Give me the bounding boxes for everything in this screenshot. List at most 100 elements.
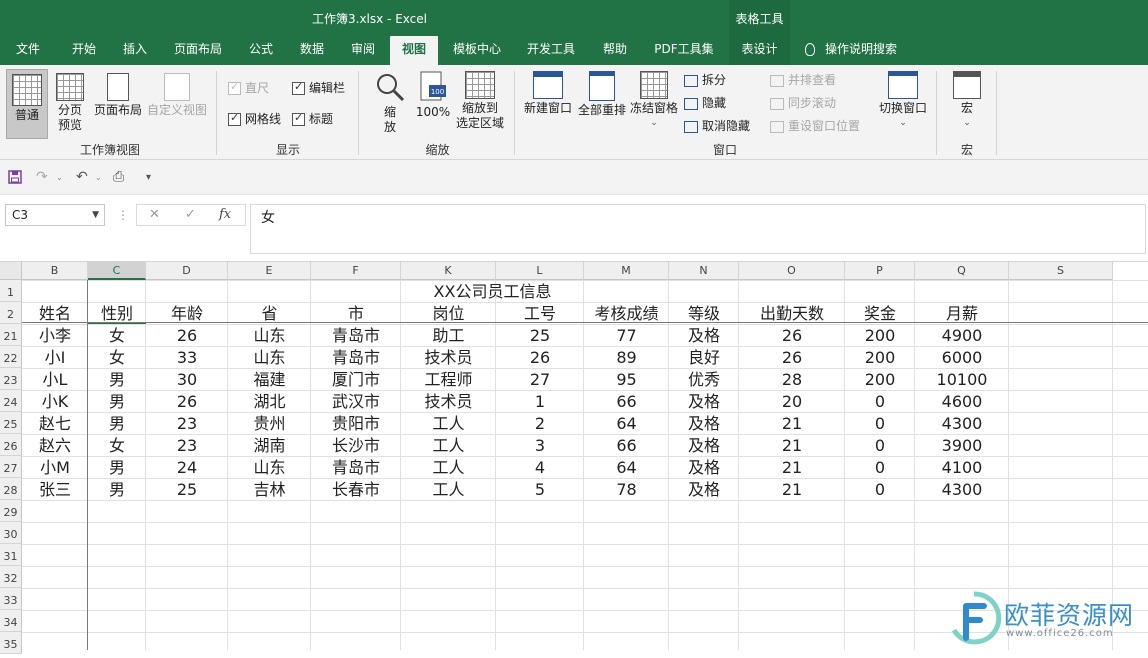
data-cell[interactable]: 工人 — [401, 478, 496, 500]
column-header[interactable]: N — [669, 262, 739, 280]
data-cell[interactable]: 女 — [88, 324, 146, 346]
data-cell[interactable]: 0 — [845, 478, 915, 500]
tab-review[interactable]: 审阅 — [340, 36, 386, 65]
data-cell[interactable]: 赵七 — [22, 412, 88, 434]
data-cell[interactable]: 山东 — [228, 346, 311, 368]
row-header[interactable]: 33 — [0, 588, 22, 610]
data-cell[interactable]: 1 — [496, 390, 584, 412]
data-cell[interactable]: 福建 — [228, 368, 311, 390]
data-cell[interactable]: 湖北 — [228, 390, 311, 412]
data-cell[interactable]: 64 — [584, 412, 669, 434]
hide-button[interactable]: 隐藏 — [684, 94, 726, 111]
data-cell[interactable]: 200 — [845, 324, 915, 346]
data-cell[interactable]: 青岛市 — [311, 346, 401, 368]
tell-me-search[interactable]: 操作说明搜索 — [805, 36, 897, 65]
print-preview-icon[interactable]: ⎙ — [113, 169, 124, 185]
tab-view[interactable]: 视图 — [390, 36, 438, 65]
data-cell[interactable]: 4600 — [915, 390, 1009, 412]
freeze-panes-button[interactable]: 冻结窗格 ⌄ — [628, 71, 680, 131]
column-header[interactable]: S — [1009, 262, 1113, 280]
data-cell[interactable]: 23 — [146, 434, 228, 456]
page-break-preview-button[interactable]: 分页 预览 — [52, 73, 88, 133]
sync-scroll-button[interactable]: 同步滚动 — [770, 94, 836, 111]
header-cell[interactable]: 性别 — [88, 302, 146, 324]
data-cell[interactable]: 工程师 — [401, 368, 496, 390]
row-header[interactable]: 23 — [0, 368, 22, 390]
row-header[interactable]: 26 — [0, 434, 22, 456]
page-layout-view-button[interactable]: 页面布局 — [92, 73, 144, 118]
data-cell[interactable]: 山东 — [228, 456, 311, 478]
data-cell[interactable]: 山东 — [228, 324, 311, 346]
data-cell[interactable]: 21 — [739, 478, 845, 500]
tab-table-design[interactable]: 表设计 — [729, 36, 790, 65]
data-cell[interactable]: 贵州 — [228, 412, 311, 434]
data-cell[interactable]: 89 — [584, 346, 669, 368]
data-cell[interactable]: 26 — [739, 324, 845, 346]
row-header[interactable]: 25 — [0, 412, 22, 434]
tab-insert[interactable]: 插入 — [110, 36, 160, 65]
row-header[interactable]: 32 — [0, 566, 22, 588]
data-cell[interactable]: 技术员 — [401, 346, 496, 368]
data-cell[interactable]: 男 — [88, 456, 146, 478]
data-cell[interactable]: 男 — [88, 390, 146, 412]
data-cell[interactable]: 0 — [845, 434, 915, 456]
header-cell[interactable]: 市 — [311, 302, 401, 324]
zoom-to-selection-button[interactable]: 缩放到 选定区域 — [452, 71, 508, 131]
column-header[interactable]: M — [584, 262, 669, 280]
data-cell[interactable]: 良好 — [669, 346, 739, 368]
enter-icon[interactable]: ✓ — [185, 207, 196, 222]
data-cell[interactable]: 青岛市 — [311, 324, 401, 346]
data-cell[interactable]: 女 — [88, 434, 146, 456]
header-cell[interactable]: 出勤天数 — [739, 302, 845, 324]
data-cell[interactable]: 66 — [584, 390, 669, 412]
data-cell[interactable]: 2 — [496, 412, 584, 434]
name-box[interactable]: C3 ▼ — [5, 204, 105, 226]
data-cell[interactable]: 21 — [739, 434, 845, 456]
macros-button[interactable]: 宏 ⌄ — [946, 71, 988, 131]
data-cell[interactable]: 长沙市 — [311, 434, 401, 456]
data-cell[interactable]: 工人 — [401, 456, 496, 478]
formula-bar-checkbox[interactable]: 编辑栏 — [292, 79, 345, 96]
data-cell[interactable]: 27 — [496, 368, 584, 390]
data-cell[interactable]: 小I — [22, 346, 88, 368]
customize-qat-icon[interactable]: ▾ — [146, 172, 151, 183]
data-cell[interactable]: 男 — [88, 368, 146, 390]
data-cell[interactable]: 30 — [146, 368, 228, 390]
insert-function-icon[interactable]: fx — [219, 207, 231, 222]
row-header[interactable]: 1 — [0, 280, 22, 302]
column-header[interactable]: D — [146, 262, 228, 280]
data-cell[interactable]: 小李 — [22, 324, 88, 346]
data-cell[interactable]: 小M — [22, 456, 88, 478]
column-header[interactable]: E — [228, 262, 311, 280]
header-cell[interactable]: 等级 — [669, 302, 739, 324]
data-cell[interactable]: 10100 — [915, 368, 1009, 390]
data-cell[interactable]: 21 — [739, 412, 845, 434]
data-cell[interactable]: 20 — [739, 390, 845, 412]
data-cell[interactable]: 张三 — [22, 478, 88, 500]
data-cell[interactable]: 及格 — [669, 324, 739, 346]
data-cell[interactable]: 26 — [739, 346, 845, 368]
row-header[interactable]: 28 — [0, 478, 22, 500]
undo-icon[interactable]: ↶ — [76, 169, 88, 185]
data-cell[interactable]: 26 — [146, 390, 228, 412]
header-cell[interactable]: 姓名 — [22, 302, 88, 324]
data-cell[interactable]: 厦门市 — [311, 368, 401, 390]
data-cell[interactable]: 小K — [22, 390, 88, 412]
row-header[interactable]: 21 — [0, 324, 22, 346]
row-header[interactable]: 29 — [0, 500, 22, 522]
data-cell[interactable]: 及格 — [669, 434, 739, 456]
tab-file[interactable]: 文件 — [4, 36, 52, 65]
tab-pdf-tools[interactable]: PDF工具集 — [646, 36, 722, 65]
headings-checkbox[interactable]: 标题 — [292, 110, 333, 127]
data-cell[interactable]: 湖南 — [228, 434, 311, 456]
chevron-down-icon[interactable]: ⌄ — [95, 173, 102, 182]
row-header[interactable]: 31 — [0, 544, 22, 566]
data-cell[interactable]: 3900 — [915, 434, 1009, 456]
column-header[interactable]: L — [496, 262, 584, 280]
switch-windows-button[interactable]: 切换窗口 ⌄ — [876, 71, 930, 131]
data-cell[interactable]: 0 — [845, 390, 915, 412]
data-cell[interactable]: 25 — [146, 478, 228, 500]
column-header[interactable]: Q — [915, 262, 1009, 280]
data-cell[interactable]: 21 — [739, 456, 845, 478]
tab-template-center[interactable]: 模板中心 — [444, 36, 510, 65]
